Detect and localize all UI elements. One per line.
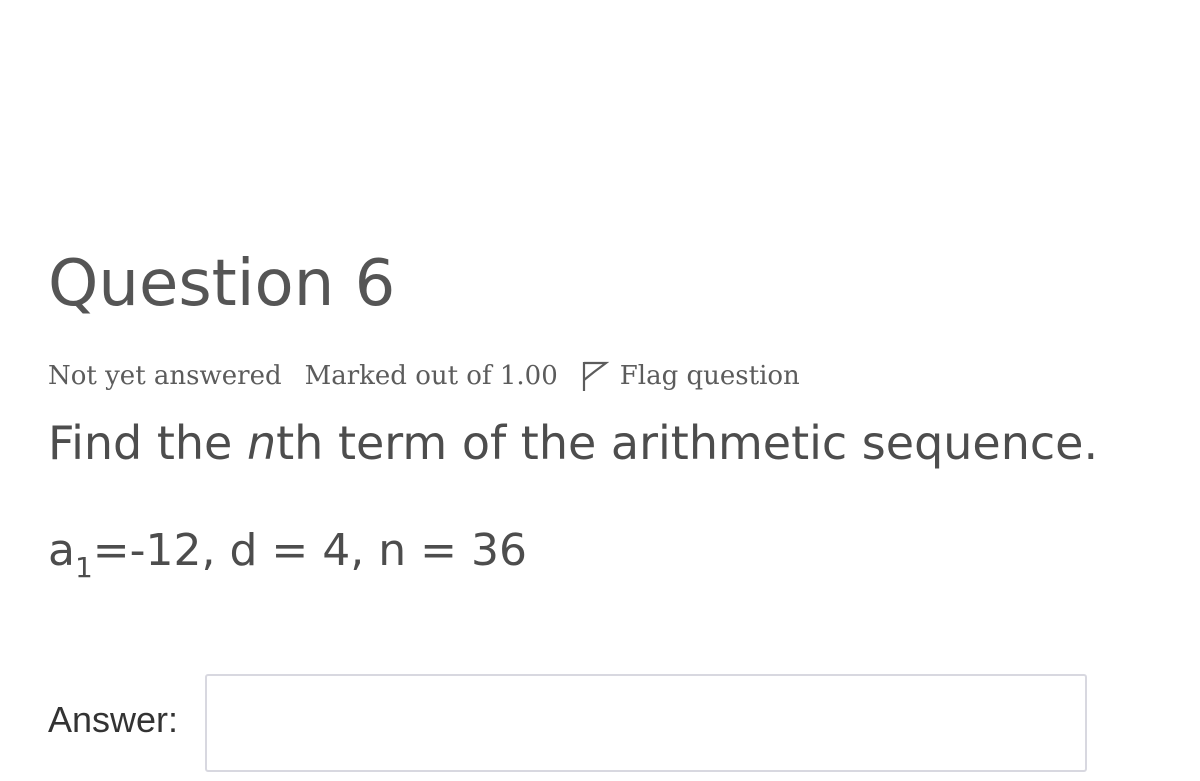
given-a: a	[48, 525, 75, 576]
given-values: a1=-12, d = 4, n = 36	[48, 522, 527, 597]
flag-question-link[interactable]: Flag question	[578, 359, 800, 393]
flag-question-label[interactable]: Flag question	[620, 361, 800, 391]
answer-label: Answer:	[48, 699, 179, 740]
given-subscript: 1	[74, 551, 93, 584]
variable-n: n	[246, 416, 277, 470]
question-info: Not yet answered Marked out of 1.00 Flag…	[48, 356, 800, 396]
question-status: Not yet answered	[48, 361, 282, 391]
answer-input[interactable]	[205, 674, 1087, 772]
question-text-start: Find the	[48, 416, 247, 470]
flag-outline-icon[interactable]	[578, 359, 610, 393]
question-title: Question 6	[48, 247, 396, 321]
question-text-end: th term of the arithmetic sequence.	[276, 416, 1099, 470]
question-text: Find the nth term of the arithmetic sequ…	[48, 414, 1098, 472]
given-rest: =-12, d = 4, n = 36	[92, 525, 527, 576]
question-grade: Marked out of 1.00	[304, 361, 558, 391]
